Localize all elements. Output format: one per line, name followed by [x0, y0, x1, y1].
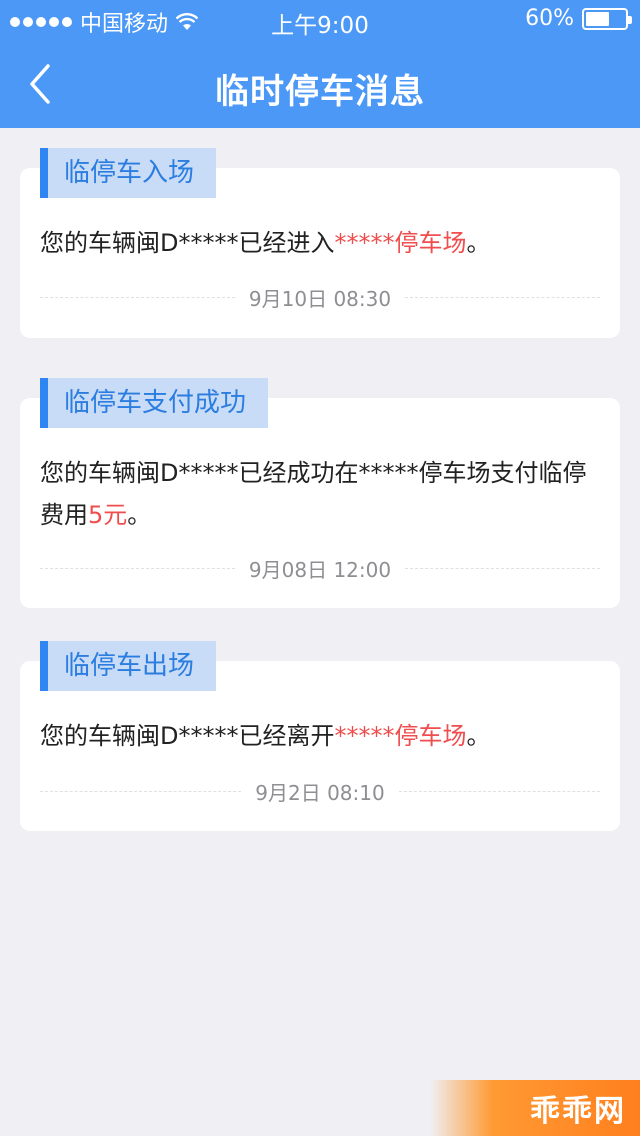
status-right: 60% — [525, 6, 632, 31]
message-highlight: *****停车场 — [334, 229, 467, 257]
message-text: 您的车辆闽D*****已经成功在*****停车场支付临停费用5元。 — [40, 459, 587, 529]
page-title: 临时停车消息 — [215, 72, 425, 112]
header: 中国移动 上午9:00 60% 临时停车消息 — [0, 0, 640, 128]
message-time-row: 9月10日 08:30 — [40, 282, 601, 312]
message-time: 9月10日 08:30 — [248, 286, 392, 311]
watermark-logo: 乖乖网 — [430, 1080, 640, 1136]
message-tag: 临停车入场 — [40, 148, 217, 198]
nav-bar: 临时停车消息 — [0, 40, 640, 128]
message-highlight: 5元 — [88, 501, 128, 529]
message-text: 您的车辆闽D*****已经进入*****停车场。 — [40, 229, 491, 257]
status-bar: 中国移动 上午9:00 60% — [0, 0, 640, 40]
message-time-row: 9月2日 08:10 — [40, 776, 601, 806]
message-card[interactable]: 您的车辆闽D*****已经成功在*****停车场支付临停费用5元。 9月08日 … — [20, 398, 620, 608]
message-highlight: *****停车场 — [334, 722, 467, 750]
message-time-row: 9月08日 12:00 — [40, 553, 601, 583]
message-tag: 临停车支付成功 — [40, 378, 269, 428]
battery-percent: 60% — [525, 6, 574, 31]
message-time: 9月08日 12:00 — [248, 557, 392, 582]
message-tag: 临停车出场 — [40, 641, 217, 691]
message-text: 您的车辆闽D*****已经离开*****停车场。 — [40, 722, 491, 750]
message-time: 9月2日 08:10 — [255, 780, 385, 805]
battery-icon — [582, 7, 632, 30]
